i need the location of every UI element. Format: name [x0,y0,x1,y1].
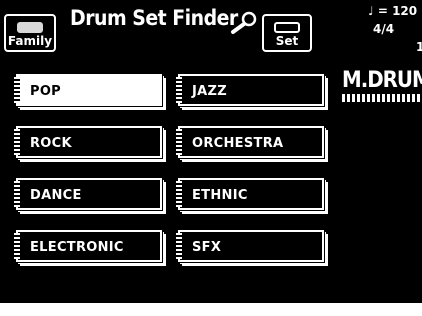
notebook-spiral-icon [176,233,182,259]
set-button[interactable]: Set [262,14,312,52]
keyboard-graphic [342,94,422,102]
bottom-border [0,303,422,316]
notebook-spiral-icon [176,181,182,207]
category-button-sfx[interactable]: SFX [176,230,328,266]
time-signature-display: 4/4 [373,22,395,36]
notebook-spiral-icon [176,77,182,103]
family-button-label: Family [7,34,53,48]
category-label: SFX [192,240,222,255]
notebook-spiral-icon [14,181,20,207]
category-label: ETHNIC [192,188,248,203]
category-button-electronic[interactable]: ELECTRONIC [14,230,166,266]
notebook-spiral-icon [14,233,20,259]
tempo-display: ♩ = 120 [368,4,418,18]
category-button-rock[interactable]: ROCK [14,126,166,162]
category-button-pop[interactable]: POP [14,74,166,110]
notebook-spiral-icon [14,129,20,155]
page-title: Drum Set Finder [70,6,238,30]
family-button[interactable]: Family [4,14,56,52]
category-label: ELECTRONIC [30,240,124,255]
category-label: POP [30,84,62,99]
bar-number-display: 1 [416,40,422,54]
category-button-orchestra[interactable]: ORCHESTRA [176,126,328,162]
category-label: JAZZ [192,84,227,99]
category-button-ethnic[interactable]: ETHNIC [176,178,328,214]
category-button-dance[interactable]: DANCE [14,178,166,214]
category-button-jazz[interactable]: JAZZ [176,74,328,110]
category-label: ROCK [30,136,72,151]
notebook-spiral-icon [176,129,182,155]
set-button-icon [274,22,300,33]
notebook-spiral-icon [14,77,20,103]
category-label: DANCE [30,188,82,203]
category-label: ORCHESTRA [192,136,284,151]
set-button-label: Set [275,34,299,48]
magnifier-icon [231,11,257,34]
family-button-icon [17,22,43,33]
brand-text: M.DRUMS [342,70,422,93]
brand-logo: M.DRUMS [342,70,422,114]
